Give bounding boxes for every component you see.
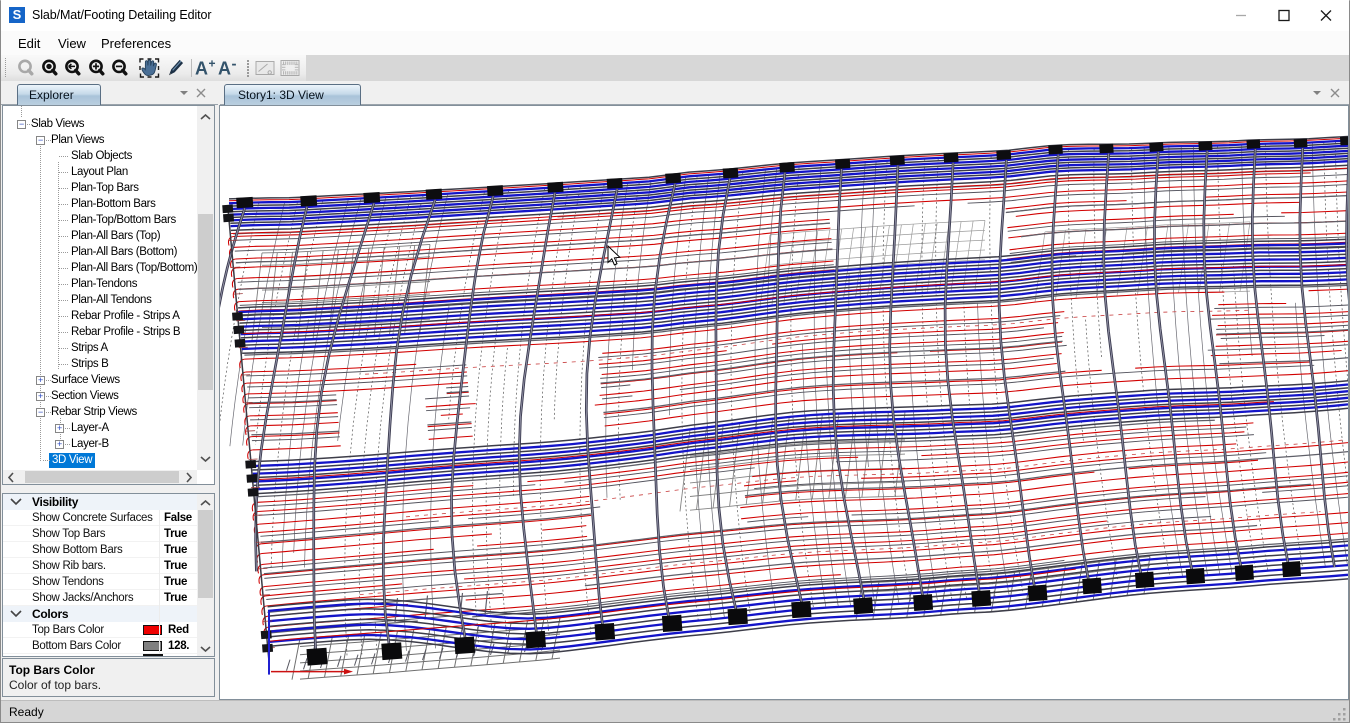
svg-text:A: A: [195, 59, 208, 79]
svg-text:+: +: [209, 57, 216, 71]
svg-text:-: -: [232, 56, 237, 73]
svg-text:A: A: [218, 59, 231, 79]
